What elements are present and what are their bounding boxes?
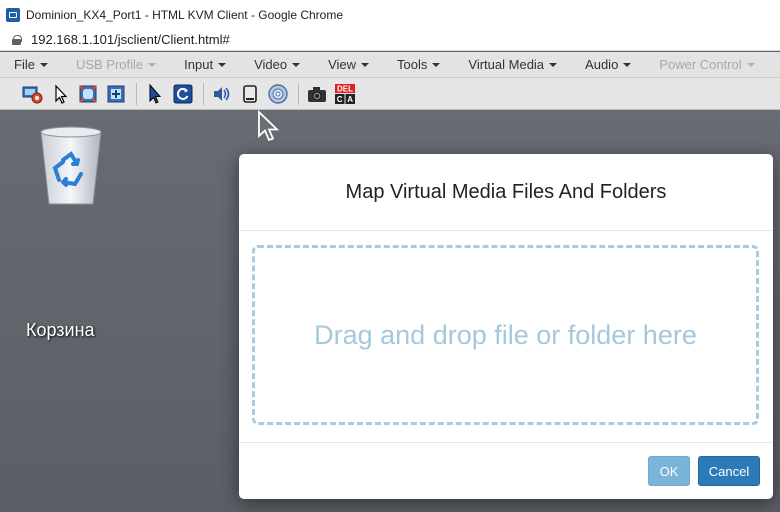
menu-input[interactable]: Input xyxy=(170,57,240,72)
fullscreen-icon[interactable] xyxy=(76,82,100,106)
toolbar-divider xyxy=(136,82,137,105)
dialog-header: Map Virtual Media Files And Folders xyxy=(239,154,773,231)
menu-extra-truncated[interactable]: Ex xyxy=(769,57,780,72)
menu-video-label: Video xyxy=(254,57,288,72)
screenshot-camera-icon[interactable] xyxy=(305,82,329,106)
refresh-icon[interactable] xyxy=(171,82,195,106)
menu-power-control: Power Control xyxy=(645,57,768,72)
url-text[interactable]: 192.168.1.101/jsclient/Client.html# xyxy=(31,32,230,47)
audio-icon[interactable] xyxy=(210,82,234,106)
window-title: Dominion_KX4_Port1 - HTML KVM Client - G… xyxy=(26,7,344,22)
menu-virtual-media-label: Virtual Media xyxy=(468,57,545,72)
menu-file-label: File xyxy=(14,57,35,72)
caret-down-icon xyxy=(549,62,558,67)
kvm-toolbar: DEL C A xyxy=(0,78,780,110)
menu-view[interactable]: View xyxy=(314,57,383,72)
cd-dvd-icon[interactable] xyxy=(266,82,290,106)
map-virtual-media-dialog: Map Virtual Media Files And Folders Drag… xyxy=(239,154,773,499)
menu-power-control-label: Power Control xyxy=(659,57,742,72)
drive-icon[interactable] xyxy=(238,82,262,106)
menu-virtual-media[interactable]: Virtual Media xyxy=(454,57,571,72)
menu-video[interactable]: Video xyxy=(240,57,314,72)
menu-file[interactable]: File xyxy=(0,57,62,72)
dialog-body: Drag and drop file or folder here xyxy=(239,231,773,443)
cancel-button[interactable]: Cancel xyxy=(698,456,760,486)
sync-mouse-icon[interactable] xyxy=(143,82,167,106)
pointer-icon[interactable] xyxy=(48,82,72,106)
kvm-menu-bar: File USB Profile Input Video View Tools … xyxy=(0,52,780,78)
menu-tools[interactable]: Tools xyxy=(383,57,454,72)
recycle-bin-label[interactable]: Корзина xyxy=(26,320,95,341)
menu-view-label: View xyxy=(328,57,357,72)
toolbar-divider xyxy=(298,82,299,105)
caret-down-icon xyxy=(746,62,755,67)
caret-down-icon xyxy=(218,62,227,67)
dialog-footer: OK Cancel xyxy=(239,443,773,499)
menu-audio[interactable]: Audio xyxy=(571,57,645,72)
lock-icon[interactable] xyxy=(12,34,22,45)
caret-down-icon xyxy=(39,62,48,67)
menu-input-label: Input xyxy=(184,57,214,72)
app-window-icon xyxy=(6,7,20,22)
toolbar-divider xyxy=(203,82,204,105)
caret-down-icon xyxy=(361,62,370,67)
ok-button[interactable]: OK xyxy=(648,456,690,486)
connection-properties-icon[interactable] xyxy=(20,82,44,106)
ctrl-alt-del-icon[interactable]: DEL C A xyxy=(333,82,357,106)
menu-usb-profile: USB Profile xyxy=(62,57,170,72)
caret-down-icon xyxy=(148,62,157,67)
browser-title-bar: Dominion_KX4_Port1 - HTML KVM Client - G… xyxy=(0,0,780,29)
menu-usb-profile-label: USB Profile xyxy=(75,57,144,72)
menu-audio-label: Audio xyxy=(585,57,619,72)
key-c-label: C xyxy=(337,95,343,104)
key-a-label: A xyxy=(347,95,353,104)
fit-screen-icon[interactable] xyxy=(104,82,128,106)
menu-tools-label: Tools xyxy=(397,57,428,72)
file-drop-zone[interactable]: Drag and drop file or folder here xyxy=(252,245,759,425)
caret-down-icon xyxy=(623,62,632,67)
caret-down-icon xyxy=(432,62,441,67)
drop-zone-text: Drag and drop file or folder here xyxy=(314,319,697,350)
address-bar[interactable]: 192.168.1.101/jsclient/Client.html# xyxy=(0,29,780,51)
mouse-cursor-icon xyxy=(257,109,281,149)
caret-down-icon xyxy=(292,62,301,67)
key-del-label: DEL xyxy=(337,84,353,93)
recycle-bin-icon[interactable] xyxy=(26,122,116,217)
dialog-title: Map Virtual Media Files And Folders xyxy=(345,180,667,203)
